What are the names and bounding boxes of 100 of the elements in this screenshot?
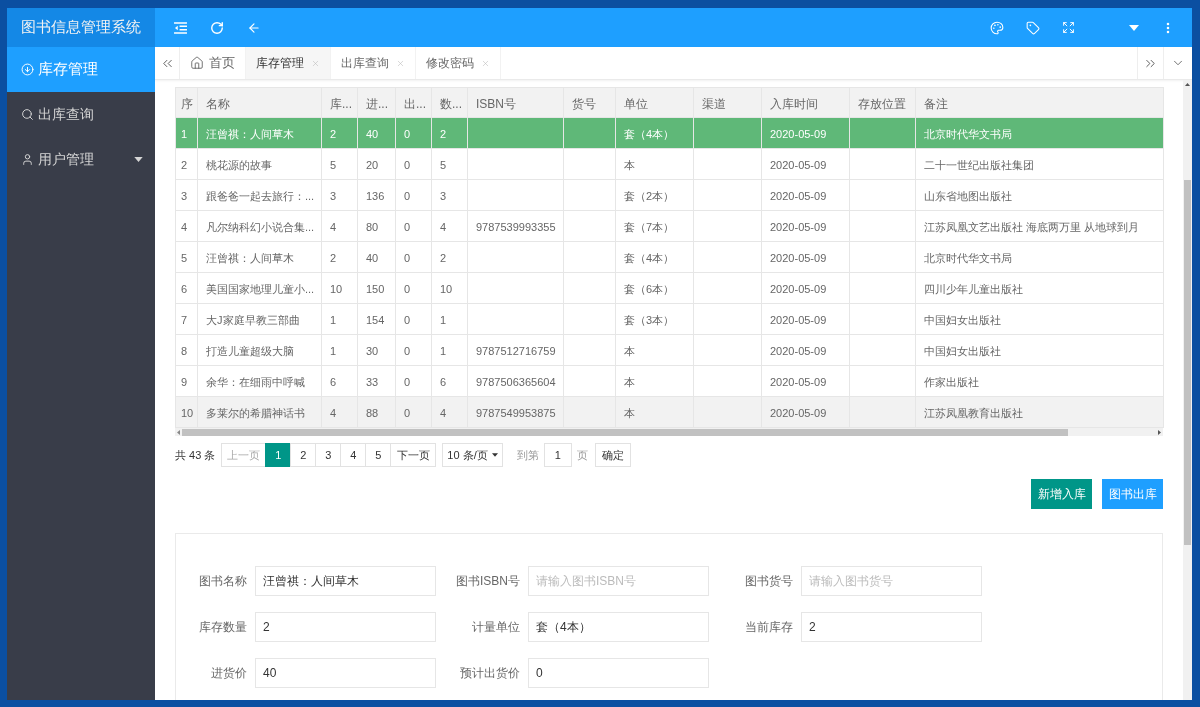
table-cell: 8 [181,345,188,357]
fullscreen-icon[interactable] [1062,21,1075,34]
table-row[interactable]: 8 打造儿童超级大脑 1 30 0 1 9787512716759 本 2020-05-09 中国妇女出版社 [175,334,1164,366]
scrollbar-thumb[interactable] [1184,180,1191,545]
tab[interactable]: 库存管理 [246,47,331,79]
text-input[interactable]: 套（4本） [528,612,709,642]
confirm-button[interactable]: 确定 [594,443,631,467]
column-header: 备注 [924,96,948,111]
page-button[interactable]: 1 [265,443,292,467]
table-cell: 2020-05-09 [770,376,827,388]
table-cell: 本 [624,159,635,171]
scroll-left-arrow-icon[interactable] [177,429,180,435]
scroll-up-arrow-icon[interactable] [1185,83,1190,86]
table-cell: 打造儿童超级大脑 [206,345,294,357]
table-cell: 大J家庭早教三部曲 [206,314,300,326]
page-button[interactable]: 3 [315,443,342,467]
field-label: 图书ISBN号 [455,573,520,590]
text-input[interactable]: 40 [255,658,436,688]
page-button[interactable]: 5 [365,443,392,467]
tab[interactable]: 修改密码 [416,47,501,79]
table-cell: 2020-05-09 [770,128,827,140]
table-row[interactable]: 6 美国国家地理儿童小... 10 150 0 10 套（6本） 2020-05-09 四川少年儿童出版社 [175,272,1164,304]
table-row[interactable]: 4 凡尔纳科幻小说合集... 4 80 0 4 9787539993355 套（7本） 2020-05-09 江苏凤凰文艺出版社 海底两万里 从地球到月 [175,210,1164,242]
table-cell: 四川少年儿童出版社 [924,283,1023,295]
table-row[interactable]: 5 汪曾祺：人间草木 2 40 0 2 套（4本） 2020-05-09 北京时代华文书局 [175,241,1164,273]
column-header: ISBN号 [476,96,516,111]
table-cell: 1 [440,345,447,357]
column-header: 存放位置 [858,96,906,111]
text-input[interactable]: 0 [528,658,709,688]
table-row[interactable]: 2 桃花源的故事 5 20 0 5 本 2020-05-09 二十一世纪出版社集团 [175,148,1164,180]
column-header: 数... [440,96,462,111]
table-cell: 二十一世纪出版社集团 [924,159,1034,171]
table-cell: 7 [181,314,188,326]
text-input[interactable]: 请输入图书ISBN号 [528,566,709,596]
table-row[interactable]: 10 多莱尔的希腊神话书 4 88 0 4 9787549953875 本 2020-05-09 江苏凤凰教育出版社 [175,396,1164,428]
page-size-select[interactable]: 10 条/页 [442,443,503,467]
table-cell: 88 [366,407,379,419]
table-cell: 多莱尔的希腊神话书 [206,407,305,419]
next-page-button[interactable]: 下一页 [390,443,437,467]
close-icon[interactable] [481,58,490,68]
text-input[interactable]: 请输入图书货号 [801,566,982,596]
table-row[interactable]: 9 余华：在细雨中呼喊 6 33 0 6 9787506365604 本 2020-05-09 作家出版社 [175,365,1164,397]
tab[interactable]: 首页 [180,47,246,79]
tag-icon[interactable] [1026,20,1040,35]
page-number-input[interactable]: 1 [543,443,572,467]
table-cell: 套（3本） [624,314,675,326]
home-icon [190,56,204,70]
table-row[interactable]: 3 跟爸爸一起去旅行：... 3 136 0 3 套（2本） 2020-05-09 山东省地图出版社 [175,179,1164,211]
field-label: 预计出货价 [459,665,520,682]
scroll-right-arrow-icon[interactable] [1158,429,1161,435]
page-button[interactable]: 4 [340,443,367,467]
field-label: 图书货号 [744,573,793,590]
close-icon[interactable] [311,58,320,68]
table-cell: 20 [366,159,379,171]
table-cell: 2 [330,128,337,140]
page-button[interactable]: 2 [290,443,317,467]
table-cell: 2020-05-09 [770,252,827,264]
table-cell: 80 [366,221,379,233]
column-header: 名称 [206,96,230,111]
table-cell: 2 [440,252,447,264]
field-label: 计量单位 [471,619,520,636]
field-label: 图书名称 [198,573,247,590]
table-cell: 4 [330,407,337,419]
table-cell: 2020-05-09 [770,314,827,326]
table-cell: 10 [181,407,194,419]
text-input[interactable]: 2 [255,612,436,642]
caret-down-icon[interactable] [1129,24,1139,31]
table-cell: 30 [366,345,379,357]
action-button[interactable]: 新增入库 [1031,479,1092,509]
table-cell: 40 [366,128,379,140]
table-cell: 2 [181,159,188,171]
sidebar-item[interactable]: 用户管理 [7,137,155,182]
table-cell: 套（6本） [624,283,675,295]
text-input[interactable]: 2 [801,612,982,642]
text-input[interactable]: 汪曾祺：人间草木 [255,566,436,596]
table-cell: 0 [404,283,411,295]
table-cell: 0 [404,159,411,171]
table-cell: 本 [624,345,635,357]
table-cell: 0 [404,407,411,419]
table-cell: 套（4本） [624,252,675,264]
table-cell: 4 [440,407,447,419]
palette-icon[interactable] [990,20,1004,35]
field-label: 当前库存 [744,619,793,636]
sidebar-item[interactable]: 出库查询 [7,92,155,137]
field-label: 进货价 [210,665,247,682]
table-row[interactable]: 7 大J家庭早教三部曲 1 154 0 1 套（3本） 2020-05-09 中国妇女出版社 [175,303,1164,335]
table-cell: 凡尔纳科幻小说合集... [206,221,315,233]
close-icon[interactable] [396,58,405,68]
table-cell: 0 [404,314,411,326]
table-cell: 套（7本） [624,221,675,233]
table-cell: 150 [366,283,385,295]
menu-collapse-icon[interactable] [174,21,187,34]
table-cell: 6 [181,283,188,295]
table-cell: 跟爸爸一起去旅行：... [206,190,315,202]
tab[interactable]: 出库查询 [331,47,416,79]
table-cell: 余华：在细雨中呼喊 [206,376,305,388]
table-cell: 4 [440,221,447,233]
table-cell: 0 [404,221,411,233]
refresh-icon[interactable] [210,20,224,35]
app-title: 图书信息管理系统 [7,8,155,47]
